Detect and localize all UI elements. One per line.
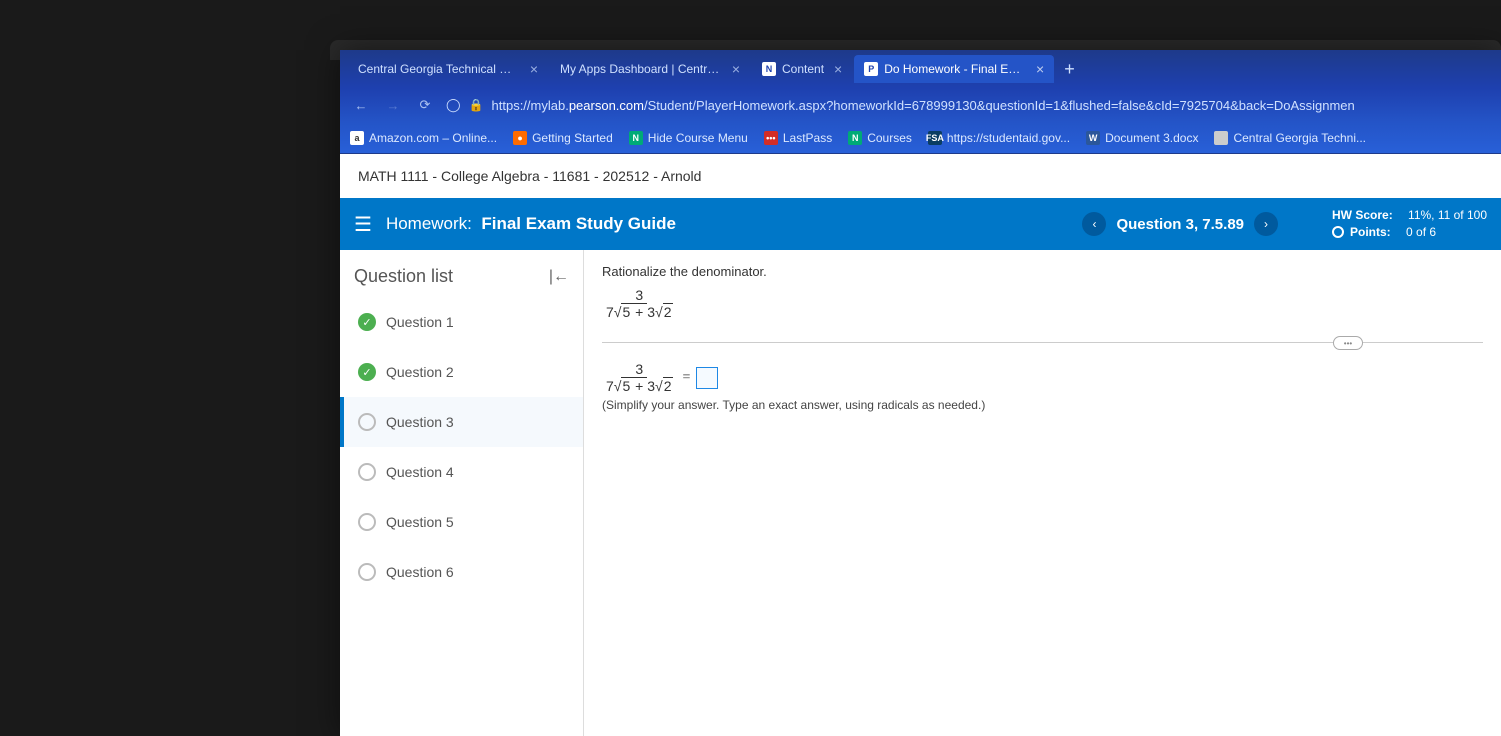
- tab-label: My Apps Dashboard | Central G: [560, 62, 722, 76]
- circle-icon: [358, 563, 376, 581]
- equals-sign: =: [683, 370, 691, 386]
- page-content: MATH 1111 - College Algebra - 11681 - 20…: [340, 154, 1501, 736]
- tab-2[interactable]: N Content ×: [752, 55, 852, 83]
- bookmark-label: Hide Course Menu: [648, 131, 748, 145]
- instruction-text: Rationalize the denominator.: [602, 264, 1483, 279]
- question-item-3[interactable]: Question 3: [340, 397, 583, 447]
- screen: Central Georgia Technical Colle × My App…: [340, 50, 1501, 736]
- score-box: HW Score: 11%, 11 of 100 Points: 0 of 6: [1332, 207, 1487, 241]
- question-item-label: Question 1: [386, 314, 454, 330]
- sidebar-header: Question list |←: [340, 250, 583, 297]
- question-item-label: Question 4: [386, 464, 454, 480]
- bookmark-5[interactable]: FSA https://studentaid.gov...: [928, 131, 1070, 145]
- circle-icon: [358, 513, 376, 531]
- expression-display: 3 75 + 32: [602, 287, 677, 320]
- close-icon[interactable]: ×: [732, 61, 740, 77]
- bookmarks-bar: a Amazon.com – Online... ● Getting Started N…: [340, 122, 1501, 154]
- browser-tab-strip: Central Georgia Technical Colle × My App…: [340, 50, 1501, 88]
- bookmark-label: Amazon.com – Online...: [369, 131, 497, 145]
- sidebar-title: Question list: [354, 266, 453, 287]
- bookmark-icon: N: [629, 131, 643, 145]
- divider-handle-icon[interactable]: •••: [1333, 336, 1363, 350]
- question-item-4[interactable]: Question 4: [340, 447, 583, 497]
- menu-icon[interactable]: ☰: [354, 212, 372, 237]
- circle-icon: [358, 413, 376, 431]
- section-divider: •••: [602, 342, 1483, 343]
- close-icon[interactable]: ×: [530, 61, 538, 77]
- favicon: P: [864, 62, 878, 76]
- tab-label: Central Georgia Technical Colle: [358, 62, 520, 76]
- collapse-sidebar-icon[interactable]: |←: [549, 268, 569, 286]
- bookmark-label: LastPass: [783, 131, 832, 145]
- question-item-label: Question 2: [386, 364, 454, 380]
- bookmark-7[interactable]: Central Georgia Techni...: [1214, 131, 1366, 145]
- bookmark-4[interactable]: N Courses: [848, 131, 912, 145]
- answer-input[interactable]: [696, 367, 718, 389]
- workspace: Question list |← ✓ Question 1 ✓ Question 2 Q…: [340, 250, 1501, 736]
- answer-row: 3 75 + 32 =: [602, 361, 1483, 394]
- bookmark-2[interactable]: N Hide Course Menu: [629, 131, 748, 145]
- prev-question-button[interactable]: ‹: [1082, 212, 1106, 236]
- forward-button[interactable]: →: [382, 98, 404, 113]
- close-icon[interactable]: ×: [834, 61, 842, 77]
- tab-label: Do Homework - Final Exam Stu: [884, 62, 1026, 76]
- question-item-label: Question 5: [386, 514, 454, 530]
- reload-button[interactable]: ⟳: [414, 97, 436, 113]
- bookmark-icon: N: [848, 131, 862, 145]
- bookmark-6[interactable]: W Document 3.docx: [1086, 131, 1198, 145]
- bookmark-icon: FSA: [928, 131, 942, 145]
- bookmark-label: Document 3.docx: [1105, 131, 1198, 145]
- next-question-button[interactable]: ›: [1254, 212, 1278, 236]
- bookmark-label: Courses: [867, 131, 912, 145]
- bookmark-icon: [1214, 131, 1228, 145]
- homework-bar: ☰ Homework: Final Exam Study Guide ‹ Que…: [340, 198, 1501, 250]
- check-icon: ✓: [358, 363, 376, 381]
- question-label: Question 3, 7.5.89: [1116, 216, 1244, 233]
- bookmark-icon: a: [350, 131, 364, 145]
- question-item-6[interactable]: Question 6: [340, 547, 583, 597]
- favicon: N: [762, 62, 776, 76]
- check-icon: ✓: [358, 313, 376, 331]
- bookmark-label: https://studentaid.gov...: [947, 131, 1070, 145]
- question-item-2[interactable]: ✓ Question 2: [340, 347, 583, 397]
- bookmark-icon: W: [1086, 131, 1100, 145]
- bookmark-label: Central Georgia Techni...: [1233, 131, 1366, 145]
- bookmark-3[interactable]: ••• LastPass: [764, 131, 832, 145]
- lock-icon: 🔒: [469, 98, 484, 112]
- url-field[interactable]: ◯ 🔒 https://mylab.pearson.com/Student/Pl…: [446, 97, 1491, 113]
- bookmark-label: Getting Started: [532, 131, 613, 145]
- bookmark-icon: ●: [513, 131, 527, 145]
- question-item-label: Question 3: [386, 414, 454, 430]
- question-item-1[interactable]: ✓ Question 1: [340, 297, 583, 347]
- bookmark-1[interactable]: ● Getting Started: [513, 131, 613, 145]
- tab-1[interactable]: My Apps Dashboard | Central G ×: [550, 55, 750, 83]
- question-item-5[interactable]: Question 5: [340, 497, 583, 547]
- close-icon[interactable]: ×: [1036, 61, 1044, 77]
- points-icon: [1332, 226, 1344, 238]
- question-item-label: Question 6: [386, 564, 454, 580]
- question-list-sidebar: Question list |← ✓ Question 1 ✓ Question 2 Q…: [340, 250, 584, 736]
- tab-0[interactable]: Central Georgia Technical Colle ×: [348, 55, 548, 83]
- course-header: MATH 1111 - College Algebra - 11681 - 20…: [340, 154, 1501, 198]
- shield-icon: ◯: [446, 97, 461, 113]
- answer-hint: (Simplify your answer. Type an exact ans…: [602, 398, 1483, 412]
- bookmark-0[interactable]: a Amazon.com – Online...: [350, 131, 497, 145]
- homework-title: Homework: Final Exam Study Guide: [386, 214, 676, 234]
- address-bar: ← → ⟳ ◯ 🔒 https://mylab.pearson.com/Stud…: [340, 88, 1501, 122]
- question-nav: ‹ Question 3, 7.5.89 ›: [1082, 212, 1278, 236]
- url-text: https://mylab.pearson.com/Student/Player…: [492, 98, 1355, 113]
- circle-icon: [358, 463, 376, 481]
- bookmark-icon: •••: [764, 131, 778, 145]
- question-main: Rationalize the denominator. 3 75 + 32 •…: [584, 250, 1501, 736]
- back-button[interactable]: ←: [350, 98, 372, 113]
- tab-3-active[interactable]: P Do Homework - Final Exam Stu ×: [854, 55, 1054, 83]
- tab-label: Content: [782, 62, 824, 76]
- new-tab-button[interactable]: +: [1056, 59, 1083, 80]
